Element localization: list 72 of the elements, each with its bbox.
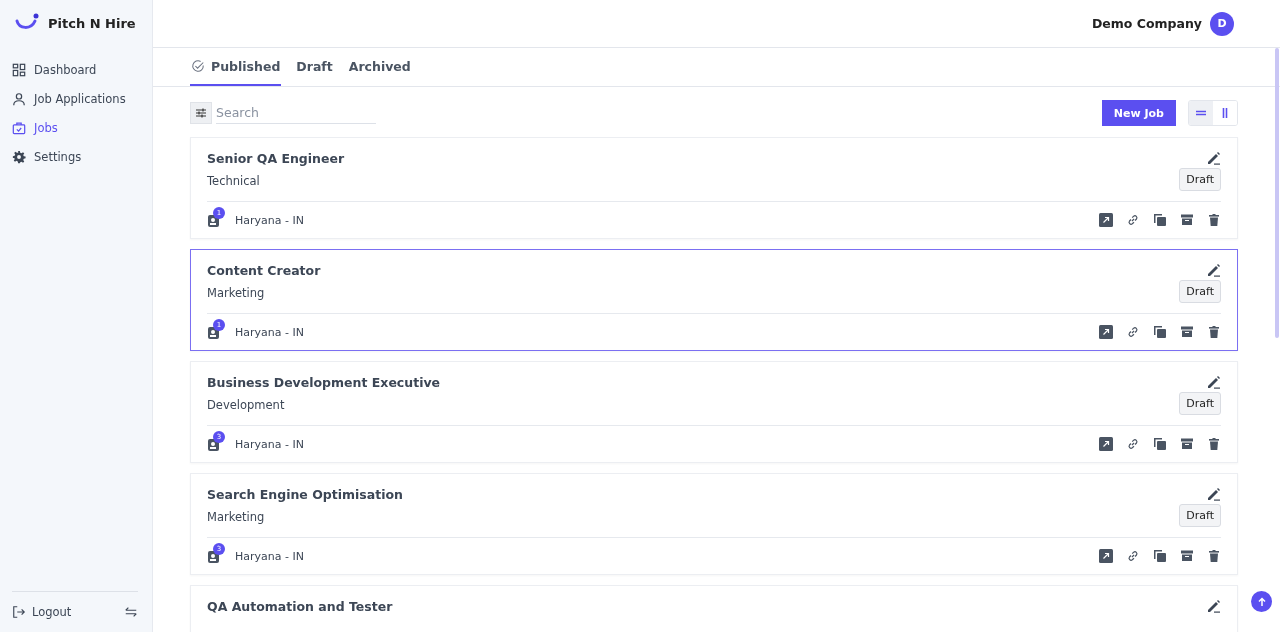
avatar[interactable]: D: [1210, 11, 1234, 36]
search-field[interactable]: Search: [216, 102, 376, 124]
copy-button[interactable]: [1153, 213, 1167, 227]
settings-icon: [12, 149, 26, 164]
link-button[interactable]: [1126, 213, 1140, 227]
scroll-to-top-button[interactable]: [1251, 591, 1272, 612]
applicant-icon[interactable]: [207, 214, 221, 228]
delete-button[interactable]: [1207, 213, 1221, 227]
job-title: Senior QA Engineer: [207, 151, 345, 166]
sliders-icon: [195, 107, 207, 119]
person-icon: [12, 91, 26, 106]
delete-button[interactable]: [1207, 325, 1221, 339]
job-location: Haryana - IN: [235, 213, 304, 227]
job-category: Technical: [207, 174, 261, 188]
copy-button[interactable]: [1153, 437, 1167, 451]
open-external-button[interactable]: [1099, 437, 1113, 451]
filter-button[interactable]: [190, 102, 212, 124]
job-title: QA Automation and Tester: [207, 599, 393, 614]
pencil-icon[interactable]: [1207, 375, 1221, 389]
status-button[interactable]: Draft: [1179, 392, 1221, 415]
list-view-button[interactable]: [1189, 101, 1213, 125]
job-card[interactable]: QA Automation and Tester: [190, 585, 1238, 632]
brand-name: Pitch N Hire: [48, 15, 136, 31]
new-job-button[interactable]: New Job: [1101, 100, 1176, 126]
job-category: Marketing: [207, 510, 266, 524]
tab[interactable]: Draft: [295, 48, 334, 86]
status-button[interactable]: Draft: [1179, 168, 1221, 191]
job-location: Haryana - IN: [235, 437, 304, 451]
archive-button[interactable]: [1180, 549, 1194, 563]
check-circle-icon: [191, 59, 205, 73]
status-button[interactable]: Draft: [1179, 504, 1221, 527]
pencil-icon[interactable]: [1207, 487, 1221, 501]
tab[interactable]: Published: [190, 48, 282, 86]
pencil-icon[interactable]: [1207, 263, 1221, 277]
open-external-button[interactable]: [1099, 325, 1113, 339]
job-category: Development: [207, 398, 286, 412]
briefcase-check-icon: [12, 120, 26, 135]
job-location: Haryana - IN: [235, 549, 304, 563]
applicant-icon[interactable]: [207, 550, 221, 564]
arrow-up-icon: [1256, 596, 1267, 607]
pencil-icon[interactable]: [1207, 151, 1221, 165]
logout-link[interactable]: Logout: [12, 605, 72, 619]
sidebar-item[interactable]: Job Applications: [12, 87, 152, 110]
open-external-button[interactable]: [1099, 549, 1113, 563]
archive-button[interactable]: [1180, 213, 1194, 227]
sidebar-item[interactable]: Dashboard: [12, 58, 152, 81]
archive-button[interactable]: [1180, 437, 1194, 451]
copy-button[interactable]: [1153, 549, 1167, 563]
archive-button[interactable]: [1180, 325, 1194, 339]
link-button[interactable]: [1126, 437, 1140, 451]
swap-arrows-icon[interactable]: [124, 605, 138, 619]
company-name: Demo Company: [1091, 16, 1202, 31]
delete-button[interactable]: [1207, 437, 1221, 451]
delete-button[interactable]: [1207, 549, 1221, 563]
job-title: Search Engine Optimisation: [207, 487, 403, 502]
job-title: Content Creator: [207, 263, 321, 278]
applicant-icon[interactable]: [207, 438, 221, 452]
link-button[interactable]: [1126, 325, 1140, 339]
copy-button[interactable]: [1153, 325, 1167, 339]
pencil-icon[interactable]: [1207, 599, 1221, 613]
job-category: Marketing: [207, 286, 266, 300]
tab[interactable]: Archived: [347, 48, 412, 86]
sidebar-item[interactable]: Settings: [12, 145, 152, 168]
job-location: Haryana - IN: [235, 325, 304, 339]
status-button[interactable]: Draft: [1179, 280, 1221, 303]
link-button[interactable]: [1126, 549, 1140, 563]
sidebar-item[interactable]: Jobs: [12, 116, 152, 139]
open-external-button[interactable]: [1099, 213, 1113, 227]
logout-icon: [12, 605, 26, 619]
dashboard-grid-icon: [12, 62, 26, 77]
applicant-icon[interactable]: [207, 326, 221, 340]
job-title: Business Development Executive: [207, 375, 441, 390]
